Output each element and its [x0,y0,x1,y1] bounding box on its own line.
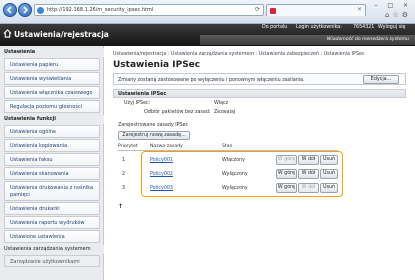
forward-button[interactable] [18,3,32,17]
forward-arrow-icon [23,6,29,14]
unencrypted-label: Odbiór pakietów bez zasad: [144,110,211,115]
sidebar-item-fax[interactable]: Ustawienia faksu [4,153,100,166]
browser-toolbar: http://192.168.1.26/m_security_ipsec.htm… [0,0,415,24]
sidebar-item-label: Ustawione ustawienia [10,234,65,240]
page-title: Ustawienia IPSec [113,60,201,70]
sidebar-item-volume[interactable]: Regulacja poziomu głośności [4,100,100,113]
sidebar-item-set-settings[interactable]: Ustawione ustawienia [4,230,100,243]
tab-favicon-icon [270,8,276,14]
header-links: Do portalu Login użytkownika: 7654321 Wy… [0,25,415,33]
registered-policies-heading: Zarejestrowane zasady IPSec [118,123,189,128]
sidebar-item-user-management[interactable]: Zarządzanie użytkownikami [4,255,100,267]
policy-priority: 3 [122,186,126,191]
sidebar-item-label: Ustawienia włącznika czasowego [10,90,93,96]
sidebar-item-label: Zarządzanie użytkownikami [10,259,80,265]
sidebar-item-general[interactable]: Ustawienia ogólne [4,125,100,138]
ipsec-settings-section: Ustawienia IPSec [113,89,406,98]
unencrypted-value: Zezwalaj [214,110,236,115]
sidebar-item-printer[interactable]: Ustawienia drukarki [4,202,100,215]
back-button[interactable] [3,3,17,17]
login-label: Login użytkownika: [296,25,342,30]
admin-bar: Wiadomość do menedżera systemu [200,35,415,45]
sidebar-item-timer[interactable]: Ustawienia włącznika czasowego [4,86,100,99]
sidebar-item-label: Ustawienia faksu [10,157,53,163]
sidebar-item-display[interactable]: Ustawienia wyświetlania [4,72,100,85]
portal-link[interactable]: Do portalu [262,25,287,30]
tab-close-icon[interactable]: × [357,6,362,13]
use-ipsec-value: Włącz [214,101,229,106]
info-text: Zmiany zostaną zastosowane po wyłączeniu… [118,77,305,83]
edit-button[interactable]: Edycja... [363,75,399,84]
address-url[interactable]: http://192.168.1.26/m_security_ipsec.htm… [47,7,153,13]
sidebar-item-label: Ustawienia wyświetlania [10,76,72,82]
sidebar-item-label: Ustawienia drukarki [10,206,60,212]
use-ipsec-label: Użyj IPSec: [124,101,151,106]
policy-priority: 1 [122,158,126,163]
col-state: Stan [222,144,233,149]
sidebar-item-media-print[interactable]: Ustawienia drukowania z nośnika pamięci [4,181,100,201]
sidebar-item-label: Regulacja poziomu głośności [10,104,83,110]
sidebar-section-functions: Ustawienia funkcji [0,115,104,124]
policy-priority: 2 [122,172,126,177]
scroll-top-icon[interactable]: ↑ [118,203,123,210]
sidebar-item-label: Ustawienia raportu wydruków [10,220,85,226]
back-arrow-icon [6,6,12,14]
breadcrumb: Ustawienia/rejestracja : Ustawienia zarz… [113,52,365,57]
sidebar-item-label: Ustawienia kopiowania [10,143,68,149]
refresh-icon[interactable]: ⟳ [255,6,260,13]
browser-tab[interactable]: × [266,4,366,16]
browser-tools-icons[interactable]: ⌂☆⚙ [385,11,411,19]
col-priority: Priorytet [118,144,138,149]
logout-link[interactable]: Wyloguj się [378,25,406,30]
sidebar-section-settings: Ustawienia [0,48,104,57]
mail-to-admin-link[interactable]: Wiadomość do menedżera systemu [327,37,409,42]
window-controls[interactable]: – □ × [374,2,412,9]
sidebar: Ustawienia Ustawienia papieru Ustawienia… [0,46,104,280]
col-policy-name: Nazwa zasady [150,144,183,149]
sidebar-item-paper[interactable]: Ustawienia papieru [4,58,100,71]
login-user: 7654321 [353,25,375,30]
address-bar[interactable]: http://192.168.1.26/m_security_ipsec.htm… [34,4,264,16]
browser-icon [37,7,44,14]
sidebar-item-label: Ustawienia ogólne [10,129,56,135]
sidebar-section-system: Ustawienia zarządzania systemem [0,245,104,254]
highlight-frame [141,151,343,197]
sidebar-item-scan[interactable]: Ustawienia skanowania [4,167,100,180]
sidebar-item-copy[interactable]: Ustawienia kopiowania [4,139,100,152]
sidebar-item-label: Ustawienia skanowania [10,171,69,177]
sidebar-item-report[interactable]: Ustawienia raportu wydruków [4,216,100,229]
sidebar-item-label: Ustawienia papieru [10,62,59,68]
register-new-policy-button[interactable]: Zarejestruj nową zasadę... [118,131,190,140]
sidebar-item-label: Ustawienia drukowania z nośnika pamięci [10,185,94,198]
